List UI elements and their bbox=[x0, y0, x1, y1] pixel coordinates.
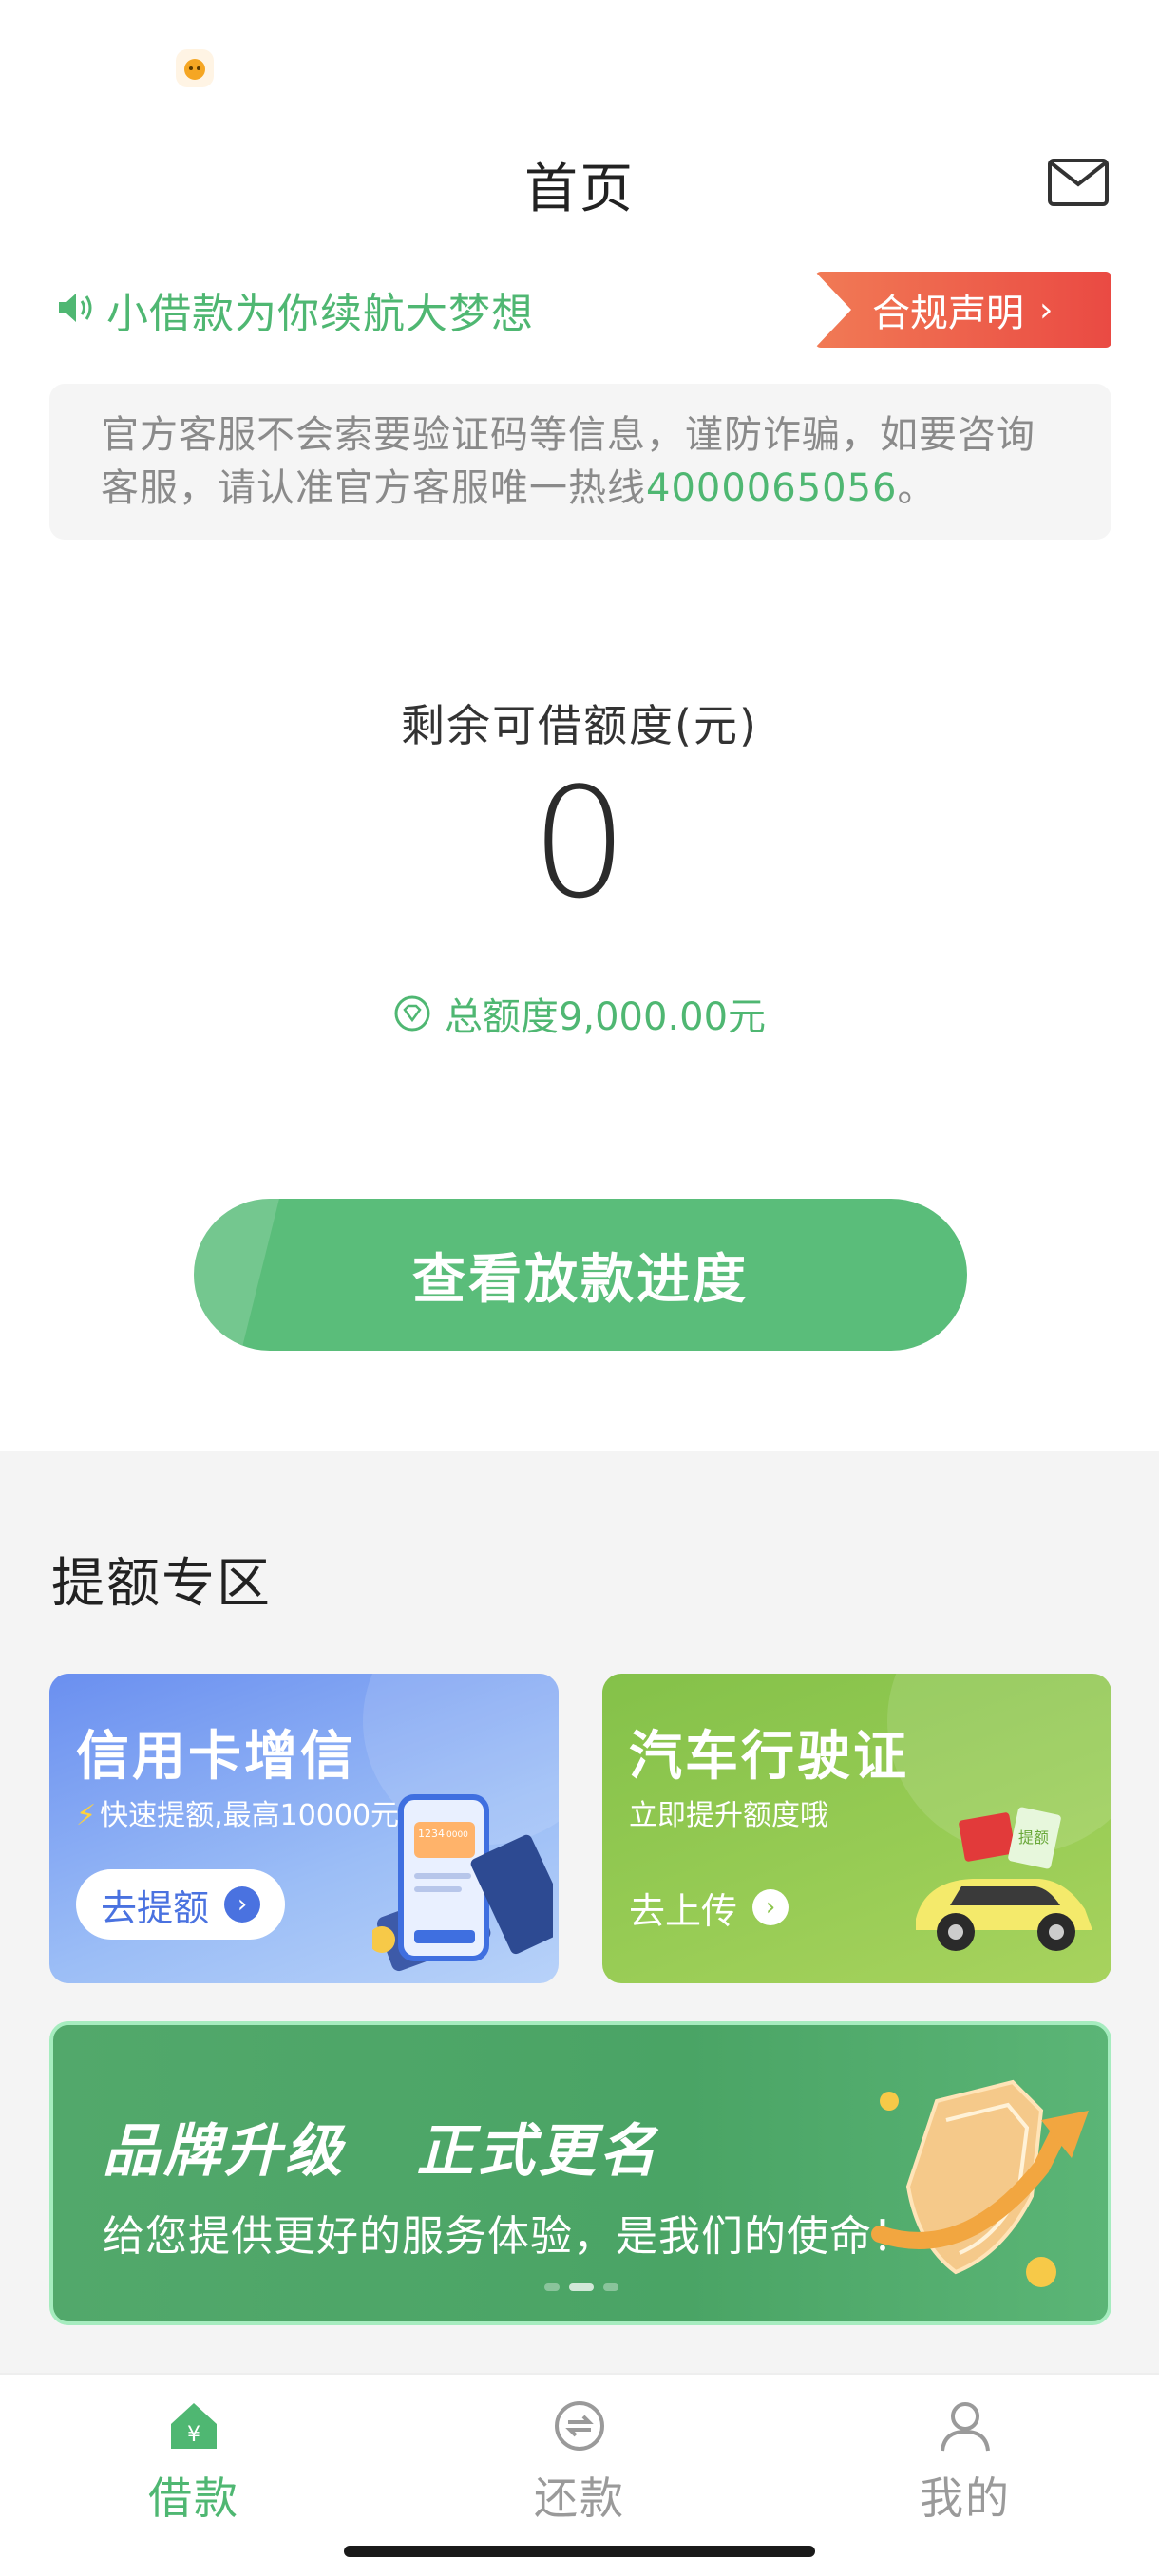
progress-button-label: 查看放款进度 bbox=[412, 1248, 749, 1311]
boost-limit-label: 去提额 bbox=[101, 1886, 210, 1929]
boost-limit-button[interactable]: 去提额 › bbox=[76, 1869, 285, 1940]
credit-card-title: 信用卡增信 bbox=[76, 1726, 356, 1788]
carousel-dot bbox=[603, 2283, 618, 2291]
tab-borrow[interactable]: ¥ 借款 bbox=[99, 2396, 289, 2529]
home-icon: ¥ bbox=[171, 2403, 217, 2449]
carousel-dot bbox=[544, 2283, 560, 2291]
vehicle-license-title: 汽车行驶证 bbox=[629, 1726, 909, 1788]
tab-mine[interactable]: 我的 bbox=[870, 2396, 1060, 2529]
svg-text:¥: ¥ bbox=[187, 2423, 200, 2447]
arrow-right-icon: › bbox=[752, 1889, 789, 1925]
page-title: 首页 bbox=[524, 159, 635, 220]
speaker-icon bbox=[59, 294, 92, 322]
hotline-number[interactable]: 4000065056 bbox=[646, 466, 898, 510]
header: 首页 bbox=[0, 133, 1159, 228]
credit-card-subtitle-text: 快速提额,最高10000元 bbox=[100, 1799, 400, 1832]
diamond-shield-icon bbox=[394, 995, 430, 1032]
tab-mine-label: 我的 bbox=[920, 2472, 1011, 2524]
compliance-label: 合规声明 bbox=[872, 292, 1024, 335]
lightning-icon: ⚡ bbox=[76, 1799, 97, 1832]
shield-arrow-icon bbox=[871, 2079, 1089, 2287]
car-illustration: 提额 bbox=[916, 1807, 1092, 1951]
section-title: 提额专区 bbox=[51, 1553, 272, 1615]
vehicle-license-subtitle: 立即提升额度哦 bbox=[629, 1799, 828, 1832]
card-digits: 1234 bbox=[418, 1828, 445, 1840]
slogan-text: 小借款为你续航大梦想 bbox=[106, 290, 534, 338]
brand-upgrade-banner[interactable]: 品牌升级 正式更名 给您提供更好的服务体验，是我们的使命！ bbox=[49, 2021, 1112, 2325]
credit-card-subtitle: ⚡ 快速提额,最高10000元 bbox=[76, 1791, 399, 1833]
boost-tag-text: 提额 bbox=[1018, 1828, 1049, 1847]
app-notification-icon bbox=[176, 49, 214, 87]
user-icon bbox=[940, 2402, 990, 2452]
phone-card-illustration: 1234 0000 bbox=[372, 1794, 553, 1972]
chevron-right-icon: › bbox=[1039, 290, 1054, 330]
vehicle-license-card[interactable]: 汽车行驶证 立即提升额度哦 去上传 › 提额 bbox=[602, 1674, 1112, 1983]
home-page: 首页 小借款为你续航大梦想 合规声明 › 官方客服不会索要验证码等信息，谨防诈骗… bbox=[0, 0, 1159, 2576]
button-shine bbox=[194, 1199, 279, 1351]
status-bar bbox=[0, 0, 1159, 123]
total-credit-row: 总额度9,000.00元 bbox=[0, 986, 1159, 1041]
total-credit-text: 总额度9,000.00元 bbox=[444, 995, 767, 1039]
tab-borrow-label: 借款 bbox=[148, 2472, 239, 2524]
repay-icon bbox=[555, 2401, 604, 2451]
carousel-dot-active bbox=[569, 2283, 594, 2291]
tab-repay-label: 还款 bbox=[534, 2472, 625, 2524]
slogan-row: 小借款为你续航大梦想 合规声明 › bbox=[0, 268, 1159, 348]
upload-button[interactable]: 去上传 › bbox=[629, 1877, 789, 1938]
available-credit-label: 剩余可借额度(元) bbox=[401, 700, 758, 751]
banner-subtitle: 给您提供更好的服务体验，是我们的使命！ bbox=[103, 2212, 915, 2261]
arrow-right-icon: › bbox=[224, 1886, 261, 1923]
available-credit-value: 0 bbox=[531, 754, 628, 932]
card-digits2: 0000 bbox=[446, 1830, 468, 1840]
credit-card-boost-card[interactable]: 信用卡增信 ⚡ 快速提额,最高10000元 去提额 › 1234 0000 bbox=[49, 1674, 559, 1983]
home-indicator[interactable] bbox=[344, 2546, 815, 2557]
compliance-statement-button[interactable]: 合规声明 › bbox=[815, 272, 1112, 348]
anti-fraud-notice: 官方客服不会索要验证码等信息，谨防诈骗，如要咨询客服，请认准官方客服唯一热线40… bbox=[49, 384, 1112, 540]
check-loan-progress-button[interactable]: 查看放款进度 bbox=[194, 1199, 967, 1351]
carousel-indicator bbox=[540, 2283, 623, 2291]
notice-end: 。 bbox=[897, 466, 937, 510]
mail-icon[interactable] bbox=[1047, 158, 1110, 207]
tab-repay[interactable]: 还款 bbox=[484, 2396, 674, 2529]
upload-label: 去上传 bbox=[629, 1889, 738, 1932]
banner-title: 品牌升级 正式更名 bbox=[103, 2118, 660, 2185]
